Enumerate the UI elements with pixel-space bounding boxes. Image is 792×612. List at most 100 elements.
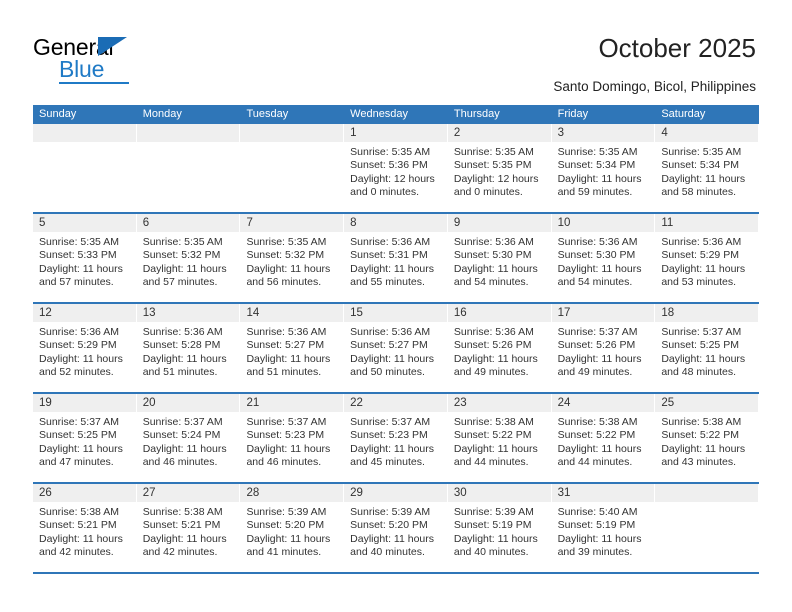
calendar-day-cell[interactable]: 30 Sunrise: 5:39 AM Sunset: 5:19 PM Dayligh… xyxy=(447,484,552,572)
sunrise-text: Sunrise: 5:35 AM xyxy=(246,236,327,248)
weekday-header-tuesday: Tuesday xyxy=(246,108,289,120)
day-sun-info: Sunrise: 5:36 AM Sunset: 5:30 PM Daylight:… xyxy=(448,232,551,290)
day-number-band: 25 xyxy=(655,394,759,412)
calendar-day-cell[interactable]: 5 Sunrise: 5:35 AM Sunset: 5:33 PM Daylight… xyxy=(33,214,137,302)
sunset-text: Sunset: 5:25 PM xyxy=(661,339,739,352)
sunrise-text: Sunrise: 5:36 AM xyxy=(350,236,431,248)
day-number-band: 11 xyxy=(655,214,759,232)
day-number: 19 xyxy=(39,397,52,409)
calendar-day-cell[interactable]: 24 Sunrise: 5:38 AM Sunset: 5:22 PM Dayligh… xyxy=(551,394,656,482)
day-sun-info: Sunrise: 5:38 AM Sunset: 5:22 PM Daylight:… xyxy=(448,412,551,470)
day-sun-info: Sunrise: 5:36 AM Sunset: 5:29 PM Daylight:… xyxy=(655,232,758,290)
calendar-day-cell[interactable]: 23 Sunrise: 5:38 AM Sunset: 5:22 PM Dayligh… xyxy=(447,394,552,482)
day-sun-info: Sunrise: 5:38 AM Sunset: 5:22 PM Daylight:… xyxy=(552,412,655,470)
sunset-text: Sunset: 5:36 PM xyxy=(350,159,428,172)
calendar-day-cell-empty xyxy=(33,124,137,212)
calendar-day-cell[interactable]: 19 Sunrise: 5:37 AM Sunset: 5:25 PM Dayligh… xyxy=(33,394,137,482)
sunrise-text: Sunrise: 5:37 AM xyxy=(557,326,638,338)
daylight-text: Daylight: 11 hours and 57 minutes. xyxy=(142,262,227,289)
calendar-day-cell[interactable]: 3 Sunrise: 5:35 AM Sunset: 5:34 PM Daylight… xyxy=(551,124,656,212)
day-number-band: 5 xyxy=(33,214,136,232)
day-number: 2 xyxy=(453,127,461,139)
calendar-day-cell[interactable]: 10 Sunrise: 5:36 AM Sunset: 5:30 PM Dayligh… xyxy=(551,214,656,302)
calendar-day-cell[interactable]: 18 Sunrise: 5:37 AM Sunset: 5:25 PM Dayligh… xyxy=(655,304,760,392)
page-header: General Blue October 2025 Santo Domingo,… xyxy=(0,0,792,102)
calendar-weekday-header-row: Sunday Monday Tuesday Wednesday Thursday Frid… xyxy=(33,105,759,124)
day-number: 14 xyxy=(246,307,260,319)
sunset-text: Sunset: 5:25 PM xyxy=(39,429,117,442)
day-number-band: 31 xyxy=(551,484,655,502)
calendar-day-cell[interactable]: 22 Sunrise: 5:37 AM Sunset: 5:23 PM Dayligh… xyxy=(344,394,448,482)
calendar-day-cell[interactable]: 2 Sunrise: 5:35 AM Sunset: 5:35 PM Daylight… xyxy=(447,124,552,212)
daylight-text: Daylight: 11 hours and 43 minutes. xyxy=(661,442,746,469)
daylight-text: Daylight: 11 hours and 54 minutes. xyxy=(557,262,642,289)
sunrise-text: Sunrise: 5:35 AM xyxy=(39,236,119,248)
day-sun-info: Sunrise: 5:35 AM Sunset: 5:32 PM Daylight:… xyxy=(240,232,343,290)
day-sun-info: Sunrise: 5:39 AM Sunset: 5:20 PM Daylight:… xyxy=(240,502,343,560)
calendar-day-cell[interactable]: 17 Sunrise: 5:37 AM Sunset: 5:26 PM Dayligh… xyxy=(551,304,656,392)
calendar-day-cell[interactable]: 6 Sunrise: 5:35 AM Sunset: 5:32 PM Daylight… xyxy=(136,214,241,302)
day-number-band xyxy=(33,124,136,142)
page-subtitle: Santo Domingo, Bicol, Philippines xyxy=(553,79,756,94)
sunrise-text: Sunrise: 5:38 AM xyxy=(453,416,534,428)
day-number-band: 10 xyxy=(551,214,655,232)
daylight-text: Daylight: 11 hours and 52 minutes. xyxy=(39,352,123,379)
calendar-day-cell[interactable]: 27 Sunrise: 5:38 AM Sunset: 5:21 PM Dayligh… xyxy=(136,484,241,572)
calendar-day-cell-empty xyxy=(655,484,760,572)
calendar-week-row: 1 Sunrise: 5:35 AM Sunset: 5:36 PM Daylight… xyxy=(33,124,760,214)
sunset-text: Sunset: 5:22 PM xyxy=(453,429,532,442)
day-number: 21 xyxy=(246,397,260,409)
daylight-text: Daylight: 11 hours and 58 minutes. xyxy=(661,172,746,199)
day-number-band: 13 xyxy=(136,304,240,322)
calendar-day-cell[interactable]: 8 Sunrise: 5:36 AM Sunset: 5:31 PM Daylight… xyxy=(344,214,448,302)
calendar-day-cell[interactable]: 12 Sunrise: 5:36 AM Sunset: 5:29 PM Dayligh… xyxy=(33,304,137,392)
sunrise-text: Sunrise: 5:36 AM xyxy=(142,326,223,338)
daylight-text: Daylight: 11 hours and 40 minutes. xyxy=(453,532,538,559)
calendar-day-cell[interactable]: 7 Sunrise: 5:35 AM Sunset: 5:32 PM Daylight… xyxy=(240,214,345,302)
daylight-text: Daylight: 11 hours and 44 minutes. xyxy=(453,442,538,469)
daylight-text: Daylight: 11 hours and 57 minutes. xyxy=(39,262,123,289)
day-number-band: 6 xyxy=(136,214,240,232)
calendar-day-cell[interactable]: 28 Sunrise: 5:39 AM Sunset: 5:20 PM Dayligh… xyxy=(240,484,345,572)
day-number-band: 15 xyxy=(344,304,447,322)
sunset-text: Sunset: 5:23 PM xyxy=(350,429,428,442)
calendar-day-cell[interactable]: 29 Sunrise: 5:39 AM Sunset: 5:20 PM Dayligh… xyxy=(344,484,448,572)
day-number: 17 xyxy=(557,307,571,319)
sunrise-text: Sunrise: 5:37 AM xyxy=(350,416,431,428)
day-sun-info: Sunrise: 5:38 AM Sunset: 5:21 PM Daylight:… xyxy=(137,502,240,560)
sunset-text: Sunset: 5:30 PM xyxy=(453,249,532,262)
sunset-text: Sunset: 5:29 PM xyxy=(39,339,117,352)
day-number-band xyxy=(240,124,344,142)
calendar-day-cell[interactable]: 13 Sunrise: 5:36 AM Sunset: 5:28 PM Dayligh… xyxy=(136,304,241,392)
day-sun-info: Sunrise: 5:36 AM Sunset: 5:28 PM Daylight:… xyxy=(137,322,240,380)
weekday-header-saturday: Saturday xyxy=(661,108,706,120)
calendar-day-cell[interactable]: 20 Sunrise: 5:37 AM Sunset: 5:24 PM Dayligh… xyxy=(136,394,241,482)
calendar-day-cell[interactable]: 21 Sunrise: 5:37 AM Sunset: 5:23 PM Dayligh… xyxy=(240,394,345,482)
calendar-day-cell[interactable]: 15 Sunrise: 5:36 AM Sunset: 5:27 PM Dayligh… xyxy=(344,304,448,392)
calendar-day-cell[interactable]: 4 Sunrise: 5:35 AM Sunset: 5:34 PM Daylight… xyxy=(655,124,760,212)
daylight-text: Daylight: 12 hours and 0 minutes. xyxy=(453,172,539,199)
calendar-day-cell[interactable]: 11 Sunrise: 5:36 AM Sunset: 5:29 PM Dayligh… xyxy=(655,214,760,302)
calendar-day-cell[interactable]: 31 Sunrise: 5:40 AM Sunset: 5:19 PM Dayligh… xyxy=(551,484,656,572)
calendar-week-row: 5 Sunrise: 5:35 AM Sunset: 5:33 PM Daylight… xyxy=(33,214,760,304)
sunset-text: Sunset: 5:32 PM xyxy=(246,249,325,262)
sunset-text: Sunset: 5:34 PM xyxy=(661,159,739,172)
calendar-day-cell[interactable]: 1 Sunrise: 5:35 AM Sunset: 5:36 PM Daylight… xyxy=(344,124,448,212)
calendar-day-cell[interactable]: 26 Sunrise: 5:38 AM Sunset: 5:21 PM Dayligh… xyxy=(33,484,137,572)
sunset-text: Sunset: 5:22 PM xyxy=(661,429,739,442)
day-number-band: 26 xyxy=(33,484,136,502)
calendar-day-cell[interactable]: 25 Sunrise: 5:38 AM Sunset: 5:22 PM Dayligh… xyxy=(655,394,760,482)
sunset-text: Sunset: 5:33 PM xyxy=(39,249,117,262)
daylight-text: Daylight: 11 hours and 47 minutes. xyxy=(39,442,123,469)
calendar-week-row: 26 Sunrise: 5:38 AM Sunset: 5:21 PM Dayligh… xyxy=(33,484,760,574)
daylight-text: Daylight: 11 hours and 42 minutes. xyxy=(39,532,123,559)
calendar-day-cell[interactable]: 9 Sunrise: 5:36 AM Sunset: 5:30 PM Daylight… xyxy=(447,214,552,302)
logo-underline xyxy=(59,82,129,84)
calendar-day-cell[interactable]: 16 Sunrise: 5:36 AM Sunset: 5:26 PM Dayligh… xyxy=(447,304,552,392)
sunrise-text: Sunrise: 5:35 AM xyxy=(557,146,638,158)
calendar-day-cell[interactable]: 14 Sunrise: 5:36 AM Sunset: 5:27 PM Dayligh… xyxy=(240,304,345,392)
day-number: 25 xyxy=(661,397,675,409)
day-number: 18 xyxy=(661,307,675,319)
day-number-band: 7 xyxy=(240,214,344,232)
sunset-text: Sunset: 5:19 PM xyxy=(557,519,636,532)
